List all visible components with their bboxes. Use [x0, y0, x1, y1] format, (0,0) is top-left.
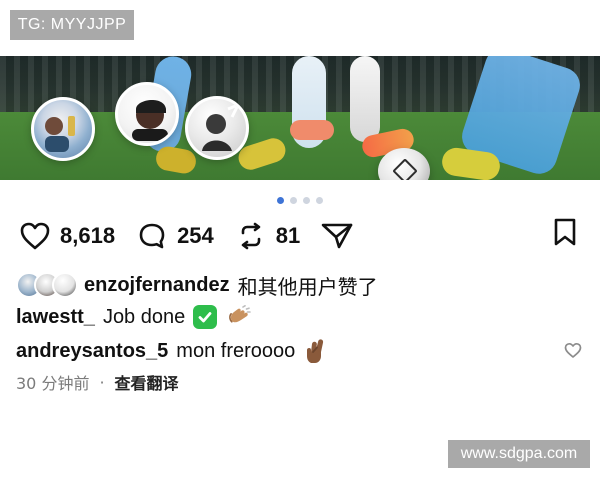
- bookmark-icon[interactable]: [552, 217, 578, 253]
- post-time: 30 分钟前: [16, 374, 90, 393]
- comment-text: mon freroooo: [176, 339, 296, 362]
- comment-icon[interactable]: [135, 219, 169, 253]
- repost-action[interactable]: 81: [234, 219, 300, 253]
- comment-username[interactable]: lawestt_: [16, 306, 95, 329]
- watermark-bottom-text: www.sdgpa.com: [460, 445, 578, 462]
- liked-avatar-3: [52, 272, 78, 298]
- post-actions: 8,618 254 81: [18, 218, 582, 254]
- avatar-2[interactable]: [115, 82, 179, 146]
- liked-by-suffix: 和其他用户赞了: [237, 274, 378, 299]
- heart-icon[interactable]: [18, 219, 52, 253]
- carousel-dots: [0, 194, 600, 206]
- carousel-dot: [290, 196, 297, 204]
- watermark-top: TG: MYYJJPP: [10, 10, 134, 40]
- send-action[interactable]: [320, 219, 354, 253]
- translate-link[interactable]: 查看翻译: [115, 370, 179, 394]
- comment-2[interactable]: andreysantos_5 mon freroooo: [16, 336, 576, 366]
- post-image-carousel[interactable]: [0, 56, 600, 180]
- carousel-dot-active: [277, 196, 284, 204]
- avatar-3[interactable]: [185, 96, 249, 160]
- liked-by-row[interactable]: enzojfernandez 和其他用户赞了: [16, 270, 584, 300]
- watermark-bottom: www.sdgpa.com: [448, 440, 590, 468]
- save-button[interactable]: [548, 218, 582, 252]
- comment-username[interactable]: andreysantos_5: [16, 340, 168, 363]
- liked-by-username[interactable]: enzojfernandez: [84, 274, 230, 297]
- meta-separator: ·: [99, 372, 105, 392]
- avatar-1[interactable]: [31, 97, 95, 161]
- carousel-dot: [303, 196, 310, 204]
- comment-text: Job done: [102, 305, 186, 328]
- repeat-icon[interactable]: [234, 219, 268, 253]
- carousel-dot: [316, 196, 323, 204]
- comment-count: 254: [177, 223, 214, 248]
- comment-action[interactable]: 254: [135, 219, 214, 253]
- crossed-fingers-icon: [303, 338, 325, 364]
- clapping-hands-icon: [225, 305, 252, 329]
- watermark-top-text: TG: MYYJJPP: [17, 16, 127, 33]
- post-meta: 30 分钟前 · 查看翻译: [16, 370, 179, 394]
- send-icon[interactable]: [320, 219, 354, 253]
- avatar-2-illustration: [132, 99, 168, 141]
- liked-by-avatars: [16, 272, 78, 298]
- player-boot-pink: [290, 120, 334, 140]
- comment-1[interactable]: lawestt_ Job done: [16, 302, 576, 332]
- like-action[interactable]: 8,618: [18, 219, 115, 253]
- avatar-3-illustration: [202, 102, 242, 151]
- repost-count: 81: [275, 223, 301, 248]
- like-count: 8,618: [60, 223, 116, 248]
- avatar-1-illustration: [45, 116, 75, 152]
- player-leg-right: [350, 56, 380, 142]
- comment-like-heart-icon[interactable]: [563, 340, 583, 360]
- check-mark-button-icon: [193, 305, 218, 329]
